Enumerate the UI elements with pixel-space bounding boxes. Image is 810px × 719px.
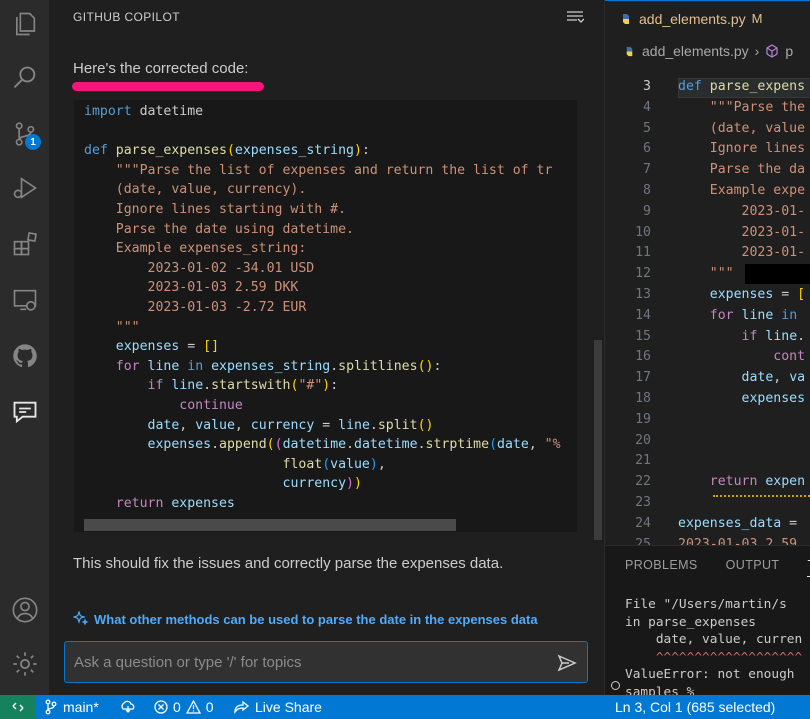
warning-squiggle [713,494,810,497]
source-control-icon[interactable]: 1 [7,116,43,152]
activity-bar: 1 [0,0,50,695]
terminal-output[interactable]: File "/Users/martin/s in parse_expenses … [625,596,802,695]
cube-icon [766,44,778,58]
send-icon[interactable] [557,653,577,673]
error-icon [154,700,168,714]
tab-add-elements[interactable]: add_elements.py M [605,0,810,36]
line-number-gutter: 3 4 5 6 7 8 9 10 11 12 13 14 15 16 17 18… [635,79,651,545]
copilot-vertical-scrollbar[interactable] [594,340,602,540]
panel-tabs: PROBLEMS OUTPUT T [605,558,810,577]
panel-title: GITHUB COPILOT [73,10,180,24]
code-horizontal-scrollbar[interactable] [84,519,456,531]
code-lines: import datetime def parse_expenses(expen… [84,104,561,511]
panel-menu-icon[interactable] [566,9,585,30]
github-icon[interactable] [7,338,43,374]
followup-text: What other methods can be used to parse … [94,611,538,627]
tab-label: add_elements.py [639,10,746,27]
tab-bar: add_elements.py M [605,0,810,36]
breadcrumb-file[interactable]: add_elements.py [642,43,749,59]
editor-code[interactable]: def parse_expens """Parse the (date, val… [678,77,805,545]
settings-gear-icon[interactable] [7,646,43,682]
branch-icon [45,699,57,715]
tab-modified-indicator: M [751,11,763,26]
python-file-icon [626,46,633,56]
explorer-icon[interactable] [7,6,43,42]
tab-output[interactable]: OUTPUT [726,558,780,577]
live-share-status[interactable]: Live Share [234,695,322,719]
sync-status[interactable] [120,695,136,719]
problems-status[interactable]: 0 0 [154,695,214,719]
sync-icon [121,700,135,713]
error-count: 0 [173,699,181,715]
remote-explorer-icon[interactable] [7,282,43,318]
code-block[interactable]: import datetime def parse_expenses(expen… [74,100,577,532]
branch-label: main* [63,699,99,715]
live-share-icon [234,700,250,714]
chevron-right-icon: › [754,43,760,59]
answer-intro: Here's the corrected code: [73,60,249,77]
python-file-icon [623,13,629,24]
source-control-badge: 1 [25,134,41,150]
terminal-prompt-indicator [611,681,620,690]
bottom-panel: PROBLEMS OUTPUT T File "/Users/martin/s … [605,545,810,695]
highlight-underline [72,82,264,91]
warning-icon [185,700,201,714]
warning-count: 0 [205,699,214,715]
sparkle-icon [73,611,89,626]
editor-area: add_elements.py M add_elements.py › p 3 … [605,0,810,545]
ask-input-box [64,641,588,683]
run-debug-icon[interactable] [7,170,43,206]
ask-input[interactable] [74,652,544,672]
live-share-label: Live Share [255,699,322,715]
answer-outro: This should fix the issues and correctly… [73,555,504,572]
extensions-icon[interactable] [7,226,43,262]
branch-status[interactable]: main* [44,695,99,719]
search-icon[interactable] [7,60,43,96]
remote-indicator[interactable] [0,695,35,719]
copilot-panel: GITHUB COPILOT Here's the corrected code… [50,0,604,695]
breadcrumb: add_elements.py › p [623,40,793,62]
account-icon[interactable] [7,592,43,628]
chat-icon[interactable] [7,394,43,430]
cursor-position: Ln 3, Col 1 (685 selected) [615,699,776,715]
followup-suggestion[interactable]: What other methods can be used to parse … [73,611,538,627]
tab-problems[interactable]: PROBLEMS [625,558,698,577]
cursor-position-status[interactable]: Ln 3, Col 1 (685 selected) [615,695,775,719]
inline-hint-overlay [745,264,810,284]
remote-icon [11,702,24,712]
status-bar: main* 0 0 Live Share Ln 3, Col 1 (685 se… [0,695,810,719]
